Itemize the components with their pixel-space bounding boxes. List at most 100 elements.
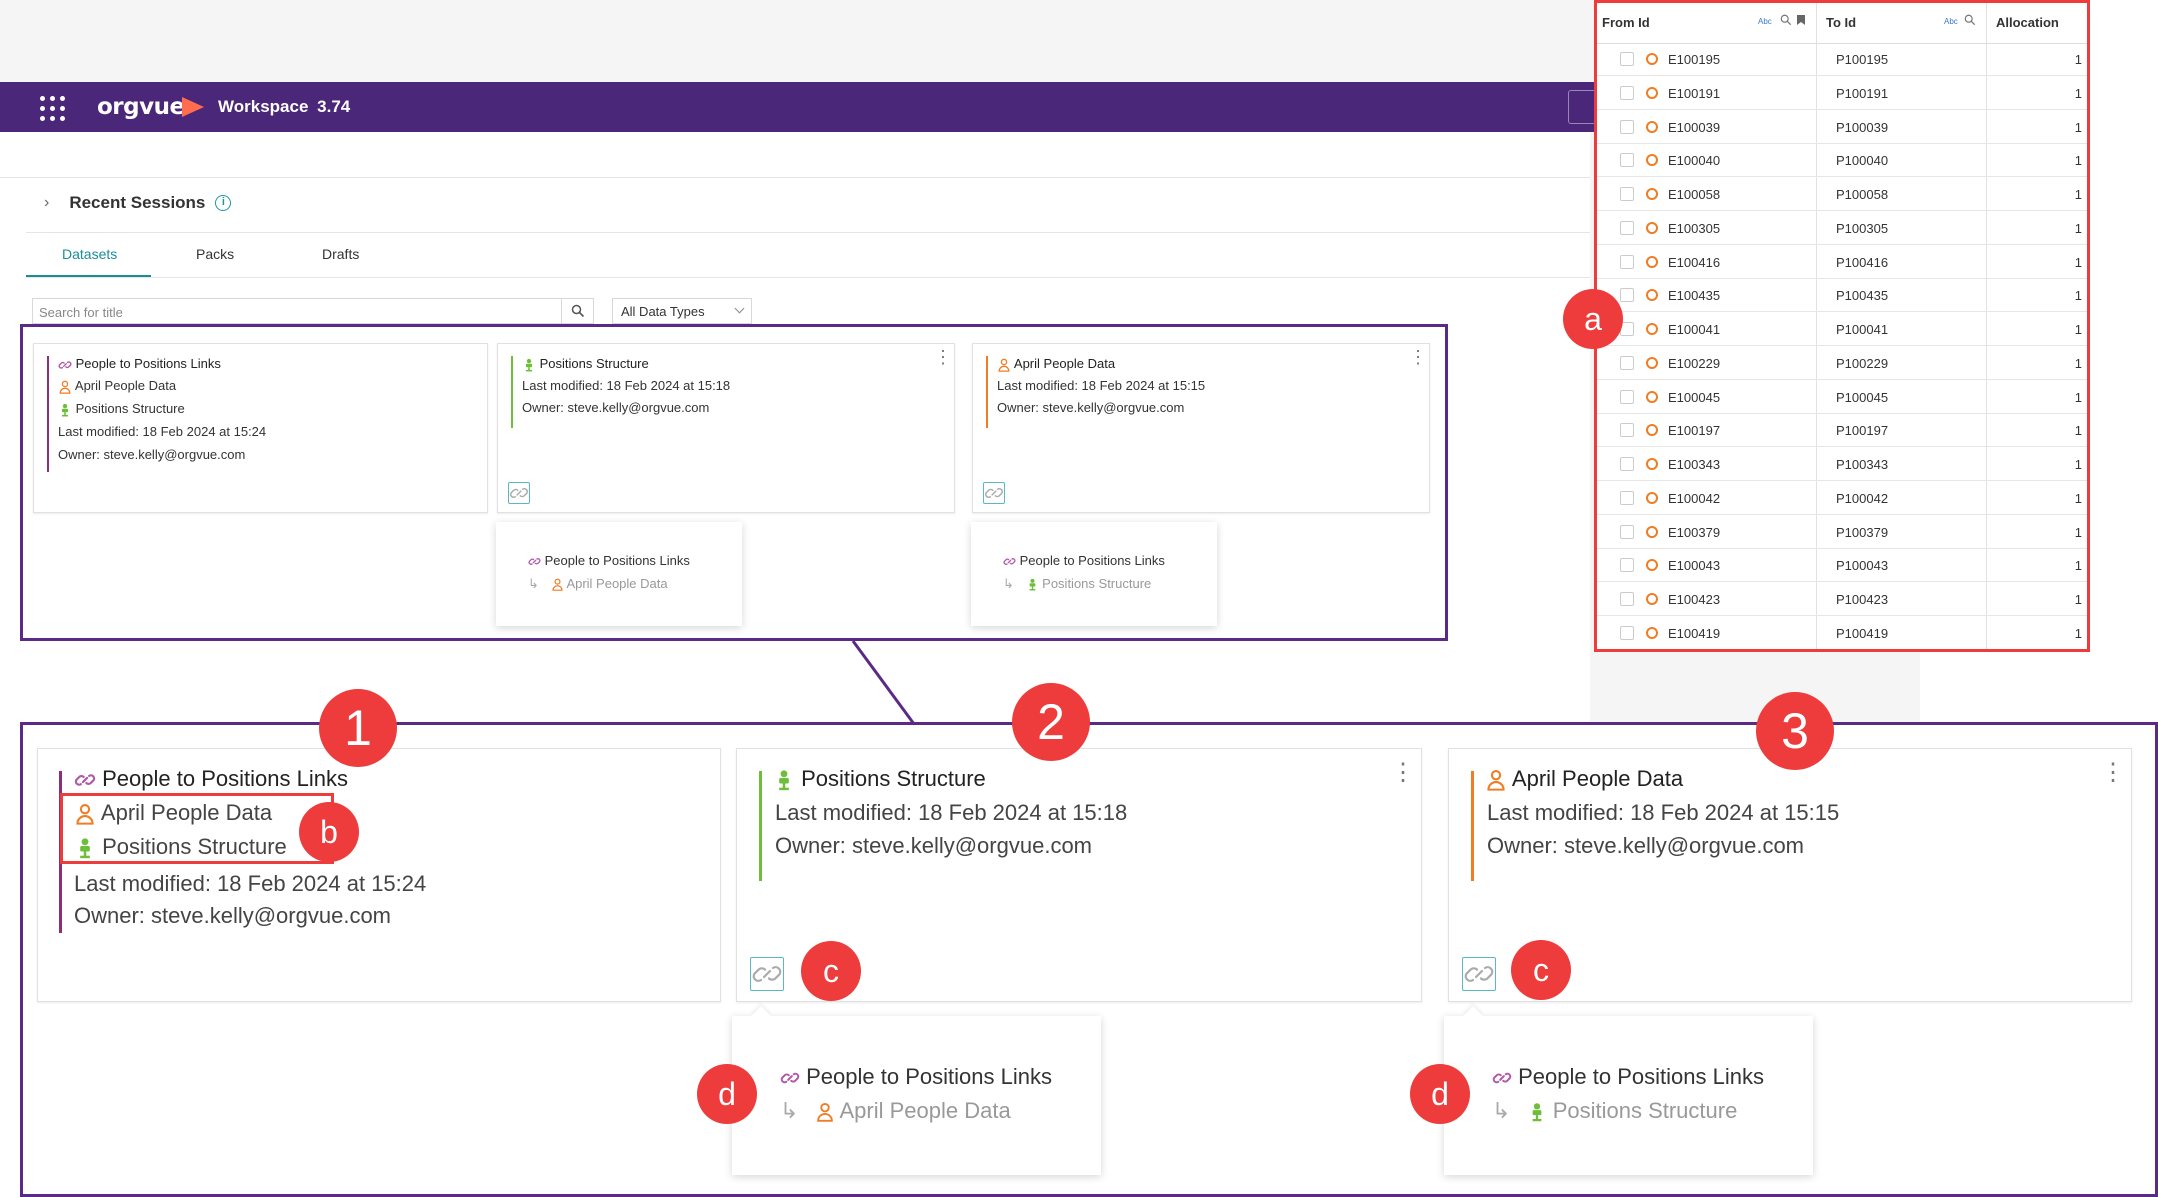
popup-title: People to Positions Links (1019, 553, 1165, 568)
callout-letter-d: d (697, 1064, 757, 1124)
divider (26, 277, 1590, 278)
data-type-select[interactable]: All Data Types (612, 298, 752, 324)
popup-linked-row[interactable]: ↳ April People Data (528, 576, 668, 592)
linked-datasets-button[interactable] (508, 482, 530, 504)
search-icon (571, 304, 585, 318)
popup-title-row[interactable]: People to Positions Links (1492, 1064, 1764, 1090)
card-owner: Owner: steve.kelly@orgvue.com (997, 400, 1185, 415)
kebab-menu-icon[interactable]: ⋮ (1391, 761, 1415, 785)
card-title: April People Data (1013, 356, 1116, 371)
recent-sessions-header[interactable]: › Recent Sessions i (44, 193, 232, 213)
card-accent (1471, 771, 1474, 881)
callout-letter-a: a (1563, 289, 1623, 349)
popup-linked-label: Positions Structure (1552, 1098, 1738, 1123)
dataset-card-links-small[interactable]: People to Positions Links April People D… (33, 343, 488, 513)
card-sub-item-label: Positions Structure (75, 401, 185, 416)
tab-packs[interactable]: Packs (196, 246, 234, 262)
card-title-row: Positions Structure (522, 356, 649, 372)
card-title: People to Positions Links (102, 766, 348, 791)
card-title-row: People to Positions Links (58, 356, 221, 372)
position-icon (61, 403, 69, 417)
kebab-menu-icon[interactable]: ⋮ (2101, 761, 2125, 785)
callout-number-3: 3 (1756, 692, 1834, 770)
subdirectory-arrow-icon: ↳ (1492, 1098, 1511, 1123)
card-owner: Owner: steve.kelly@orgvue.com (1487, 833, 1805, 858)
subdirectory-arrow-icon: ↳ (780, 1098, 799, 1123)
linked-datasets-button[interactable] (1462, 957, 1496, 991)
popup-title-row[interactable]: People to Positions Links (780, 1064, 1052, 1090)
card-sub-item: April People Data (58, 378, 176, 394)
link-icon (58, 360, 72, 369)
search-button[interactable] (561, 299, 593, 323)
link-icon (528, 558, 541, 565)
card-accent (759, 771, 762, 881)
link-icon (985, 488, 1003, 498)
app-launcher-icon[interactable] (40, 96, 66, 122)
brand-logo[interactable]: orgvue (97, 94, 185, 120)
divider (26, 232, 1590, 233)
data-type-selected-value: All Data Types (621, 304, 705, 319)
linked-datasets-button[interactable] (750, 957, 784, 991)
callout-number-1: 1 (319, 689, 397, 767)
sub-header (0, 132, 1590, 178)
person-icon (816, 1103, 833, 1122)
top-bar: orgvue Workspace 3.74 (0, 82, 1600, 132)
link-icon (1003, 558, 1016, 565)
card-modified: Last modified: 18 Feb 2024 at 15:24 (74, 871, 427, 896)
tab-datasets[interactable]: Datasets (62, 246, 117, 262)
card-modified: Last modified: 18 Feb 2024 at 15:18 (522, 378, 731, 393)
card-accent (511, 356, 513, 428)
card-sub-item: Positions Structure (58, 401, 185, 417)
position-icon (525, 358, 533, 372)
position-icon (779, 770, 789, 791)
popup-linked-label: Positions Structure (1042, 576, 1152, 591)
callout-letter-b: b (299, 802, 359, 862)
person-icon (59, 380, 71, 394)
person-icon (551, 578, 563, 591)
popup-title-row[interactable]: People to Positions Links (1003, 553, 1165, 568)
callout-letter-d: d (1410, 1064, 1470, 1124)
tab-drafts[interactable]: Drafts (322, 246, 359, 262)
link-icon (780, 1072, 800, 1084)
info-icon[interactable]: i (215, 195, 232, 211)
linked-datasets-popup-small: People to Positions Links ↳ Positions St… (971, 522, 1217, 626)
callout-number-2: 2 (1012, 683, 1090, 761)
kebab-menu-icon[interactable]: ⋮ (1409, 348, 1427, 366)
brand-mark-icon (182, 97, 204, 117)
popup-linked-row[interactable]: ↳ Positions Structure (1492, 1098, 1737, 1124)
callout-highlight-box (1594, 0, 2090, 652)
popup-title: People to Positions Links (544, 553, 690, 568)
card-owner: Owner: steve.kelly@orgvue.com (58, 447, 246, 462)
card-title-row: Positions Structure (773, 766, 986, 792)
chevron-down-icon (734, 303, 745, 314)
link-icon (74, 774, 96, 786)
popup-linked-row[interactable]: ↳ April People Data (780, 1098, 1011, 1124)
card-owner: Owner: steve.kelly@orgvue.com (775, 833, 1093, 858)
popup-linked-label: April People Data (566, 576, 668, 591)
card-title: People to Positions Links (75, 356, 221, 371)
kebab-menu-icon[interactable]: ⋮ (934, 348, 952, 366)
dataset-card-positions-small[interactable]: Positions Structure Last modified: 18 Fe… (497, 343, 955, 513)
card-modified: Last modified: 18 Feb 2024 at 15:24 (58, 424, 267, 439)
linked-datasets-button[interactable] (983, 482, 1005, 504)
card-owner: Owner: steve.kelly@orgvue.com (522, 400, 710, 415)
link-icon (1464, 966, 1494, 982)
card-modified: Last modified: 18 Feb 2024 at 15:18 (775, 800, 1128, 825)
workspace-title: Workspace 3.74 (218, 97, 350, 117)
position-icon (1029, 578, 1035, 591)
dataset-card-people-small[interactable]: April People Data Last modified: 18 Feb … (972, 343, 1430, 513)
card-title: Positions Structure (539, 356, 649, 371)
dataset-card-links-zoomed[interactable]: People to Positions Links April People D… (37, 748, 721, 1002)
search-input[interactable] (39, 302, 539, 322)
workspace-label: Workspace (218, 97, 309, 116)
popup-title-row[interactable]: People to Positions Links (528, 553, 690, 568)
position-icon (1532, 1103, 1541, 1122)
subdirectory-arrow-icon: ↳ (528, 576, 539, 591)
popup-linked-row[interactable]: ↳ Positions Structure (1003, 576, 1151, 592)
linked-datasets-popup-small: People to Positions Links ↳ April People… (496, 522, 742, 626)
card-title: Positions Structure (801, 766, 986, 791)
card-title-row: People to Positions Links (74, 766, 348, 792)
person-icon (1487, 770, 1505, 791)
chevron-right-icon[interactable]: › (44, 194, 49, 212)
card-title: April People Data (1511, 766, 1684, 791)
